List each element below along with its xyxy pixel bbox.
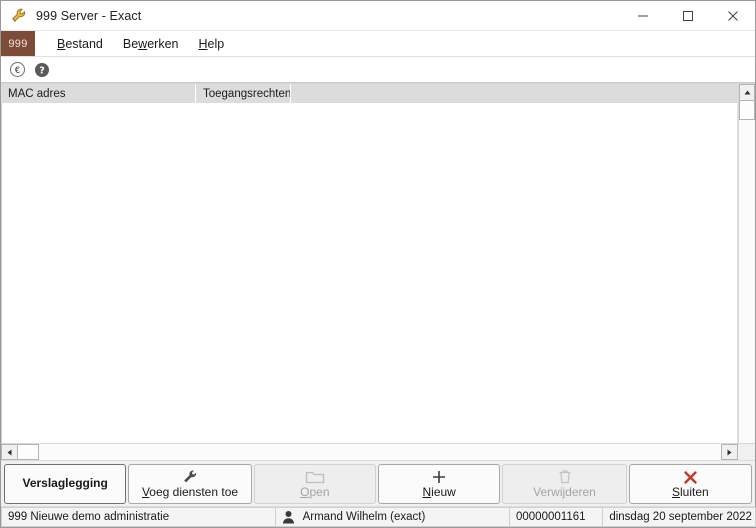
verslaglegging-button[interactable]: Verslaglegging xyxy=(4,463,127,504)
menu-item-bewerken[interactable]: Bewerken xyxy=(113,31,189,57)
sluiten-button[interactable]: Sluiten xyxy=(628,463,752,504)
open-label: Open xyxy=(300,484,330,499)
close-x-icon xyxy=(683,468,698,485)
wrench-icon xyxy=(181,468,200,485)
help-icon[interactable]: ? xyxy=(31,59,53,81)
minimize-button[interactable] xyxy=(620,1,665,31)
button-bar: Verslaglegging Voeg diensten toe Open Ni… xyxy=(1,460,755,506)
verslaglegging-label: Verslaglegging xyxy=(22,476,108,490)
vertical-scrollbar-thumb[interactable] xyxy=(739,100,755,120)
scroll-up-button[interactable] xyxy=(739,84,755,101)
plus-icon xyxy=(431,468,447,485)
status-date: dinsdag 20 september 2022 xyxy=(602,507,756,527)
menu-items: Bestand Bewerken Help xyxy=(35,31,234,56)
user-icon xyxy=(282,510,298,524)
grid-header: MAC adres Toegangsrechten xyxy=(1,84,738,103)
nieuw-label: Nieuw xyxy=(422,484,456,499)
verwijderen-button[interactable]: Verwijderen xyxy=(502,463,627,504)
svg-text:?: ? xyxy=(39,65,45,76)
menu-item-help-rest: elp xyxy=(207,36,225,51)
menu-item-bestand-rest: estand xyxy=(65,36,103,51)
window-controls xyxy=(620,1,755,31)
grid-rows-area[interactable] xyxy=(1,103,738,443)
verwijderen-label: Verwijderen xyxy=(533,484,596,499)
voeg-diensten-toe-button[interactable]: Voeg diensten toe xyxy=(128,463,252,504)
status-user: Armand Wilhelm (exact) xyxy=(274,507,510,527)
menu-item-help[interactable]: Help xyxy=(188,31,234,57)
grid-main: MAC adres Toegangsrechten xyxy=(1,84,738,443)
status-administration: 999 Nieuwe demo administratie xyxy=(1,507,276,527)
column-header-mac-adres[interactable]: MAC adres xyxy=(1,84,196,103)
menu-item-bewerken-rest: erken xyxy=(147,36,179,51)
application-window: 999 Server - Exact 999 Bestand Bewerken … xyxy=(0,0,756,528)
toolbar: € ? xyxy=(1,57,755,83)
nieuw-button[interactable]: Nieuw xyxy=(378,463,501,504)
title-bar: 999 Server - Exact xyxy=(1,1,755,31)
status-bar: 999 Nieuwe demo administratie Armand Wil… xyxy=(1,506,756,527)
menu-item-bestand[interactable]: Bestand xyxy=(47,31,113,57)
horizontal-scrollbar[interactable] xyxy=(1,443,755,460)
close-button[interactable] xyxy=(710,1,755,31)
horizontal-scrollbar-track[interactable] xyxy=(39,444,721,460)
grid-body-row: MAC adres Toegangsrechten xyxy=(1,84,755,443)
horizontal-scrollbar-thumb[interactable] xyxy=(17,444,39,460)
open-button[interactable]: Open xyxy=(253,463,377,504)
status-user-label: Armand Wilhelm (exact) xyxy=(302,511,426,523)
trash-icon xyxy=(558,468,572,485)
euro-back-icon[interactable]: € xyxy=(6,59,28,81)
folder-icon xyxy=(305,468,325,485)
scroll-right-button[interactable] xyxy=(721,444,738,460)
status-number: 00000001161 xyxy=(509,507,604,527)
sluiten-label: Sluiten xyxy=(671,484,709,499)
data-grid: MAC adres Toegangsrechten xyxy=(1,83,755,460)
svg-text:€: € xyxy=(14,66,19,76)
menu-badge-999[interactable]: 999 xyxy=(1,31,35,56)
voeg-diensten-toe-label: Voeg diensten toe xyxy=(141,484,239,499)
column-header-toegangsrechten[interactable]: Toegangsrechten xyxy=(196,84,291,103)
menu-bar: 999 Bestand Bewerken Help xyxy=(1,31,755,57)
vertical-scrollbar[interactable] xyxy=(738,84,755,443)
window-title: 999 Server - Exact xyxy=(36,8,142,23)
scroll-left-button[interactable] xyxy=(1,444,18,460)
maximize-button[interactable] xyxy=(665,1,710,31)
scrollbar-corner xyxy=(738,444,755,460)
column-header-filler xyxy=(291,84,738,103)
wrench-icon xyxy=(10,7,28,25)
vertical-scrollbar-track[interactable] xyxy=(739,120,755,443)
